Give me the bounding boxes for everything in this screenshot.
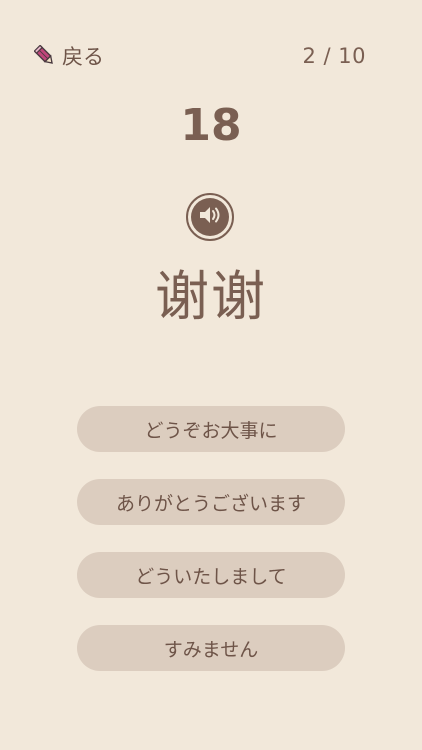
back-label: 戻る	[62, 45, 104, 69]
score-display: 18	[180, 100, 242, 151]
play-sound-button[interactable]	[186, 193, 234, 241]
answer-choice-4[interactable]: すみません	[77, 625, 345, 671]
answer-choice-2[interactable]: ありがとうございます	[77, 479, 345, 525]
top-bar: 戻る 2 / 10	[33, 40, 366, 72]
answer-choice-3[interactable]: どういたしまして	[77, 552, 345, 598]
back-button[interactable]: 戻る	[33, 41, 104, 71]
speaker-icon	[197, 204, 223, 230]
answer-choice-1[interactable]: どうぞお大事に	[77, 406, 345, 452]
pencil-icon	[33, 44, 56, 67]
question-word: 谢谢	[155, 265, 267, 328]
progress-counter: 2 / 10	[302, 44, 366, 68]
answer-choices: どうぞお大事に ありがとうございます どういたしまして すみません	[77, 406, 345, 698]
